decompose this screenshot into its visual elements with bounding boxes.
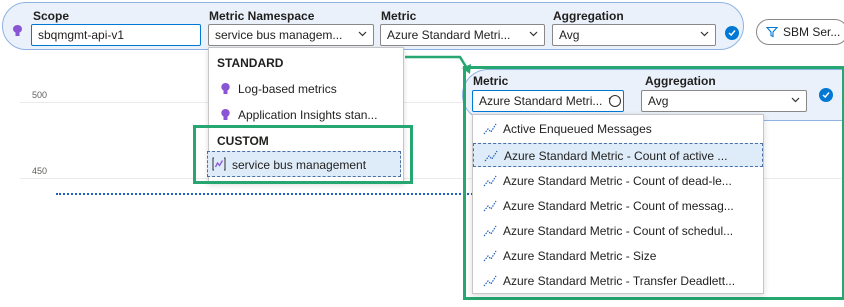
scope-label: Scope (33, 9, 70, 23)
metric-option[interactable]: Azure Standard Metric - Count of messag.… (473, 194, 763, 218)
metric-label: Metric (381, 9, 417, 23)
namespace-option-label: Application Insights stan... (238, 108, 378, 122)
filter-icon (766, 26, 778, 38)
chevron-down-icon (358, 31, 367, 37)
namespace-option-label: service bus management (232, 158, 367, 172)
metric-scatter-icon (483, 250, 497, 262)
metric-scatter-icon (483, 275, 497, 287)
chevron-down-icon (529, 31, 538, 37)
metric-value: Azure Standard Metri... (387, 28, 511, 42)
metric-scatter-icon (483, 123, 497, 135)
menu-header-standard: STANDARD (217, 56, 284, 70)
metric-namespace-value: service bus managem... (215, 28, 343, 42)
lightbulb-icon (221, 109, 230, 120)
aggregation-label: Aggregation (553, 9, 624, 23)
metric-scatter-icon (483, 200, 497, 212)
namespace-option-app-insights[interactable]: Application Insights stan... (221, 108, 401, 124)
filter-button[interactable]: SBM Ser... (756, 19, 844, 45)
metric-option-label: Azure Standard Metric - Count of active … (504, 149, 728, 163)
y-tick-450: 450 (32, 166, 48, 176)
metric-selector-pill: Scope sbqmgmt-api-v1 Metric Namespace se… (2, 2, 744, 50)
metric-scatter-icon (483, 225, 497, 237)
aggregation-value: Avg (559, 28, 580, 42)
namespace-option-service-bus[interactable]: service bus management (207, 151, 401, 177)
chevron-down-icon (700, 31, 709, 37)
lightbulb-icon (221, 83, 230, 94)
scope-input[interactable]: sbqmgmt-api-v1 (31, 24, 201, 46)
metric-scatter-icon (483, 175, 497, 187)
namespace-option-log-based[interactable]: Log-based metrics (221, 82, 401, 98)
metric-option-label: Azure Standard Metric - Transfer Deadlet… (503, 274, 736, 288)
aggregation-dropdown[interactable]: Avg (552, 24, 716, 46)
namespace-option-label: Log-based metrics (238, 82, 337, 96)
metric-dropdown-menu: Active Enqueued Messages Azure Standard … (472, 114, 764, 294)
filter-button-label: SBM Ser... (783, 25, 841, 39)
metric-option[interactable]: Azure Standard Metric - Transfer Deadlet… (473, 269, 763, 293)
metric-option-label: Azure Standard Metric - Count of schedul… (503, 224, 734, 238)
metric-option[interactable]: Active Enqueued Messages (473, 117, 763, 141)
metric-option-label: Active Enqueued Messages (503, 122, 652, 136)
loading-cursor-icon (608, 94, 622, 108)
confirm-check-icon[interactable] (725, 26, 739, 40)
metric-dropdown[interactable]: Azure Standard Metri... (380, 24, 545, 46)
y-tick-500: 500 (32, 90, 48, 100)
metric-option[interactable]: Azure Standard Metric - Count of dead-le… (473, 169, 763, 193)
metric-scatter-icon (484, 150, 498, 162)
metric-option[interactable]: Azure Standard Metric - Size (473, 244, 763, 268)
metric-option[interactable]: Azure Standard Metric - Count of schedul… (473, 219, 763, 243)
metric-namespace-dropdown[interactable]: service bus managem... (208, 24, 374, 46)
metric-option-selected[interactable]: Azure Standard Metric - Count of active … (473, 143, 763, 167)
app-insights-bulb-icon (13, 25, 22, 36)
metric-option-label: Azure Standard Metric - Size (503, 249, 657, 263)
custom-metric-icon (212, 157, 226, 171)
metric-namespace-label: Metric Namespace (209, 9, 315, 23)
metric-option-label: Azure Standard Metric - Count of messag.… (503, 199, 734, 213)
metric-option-label: Azure Standard Metric - Count of dead-le… (503, 174, 732, 188)
